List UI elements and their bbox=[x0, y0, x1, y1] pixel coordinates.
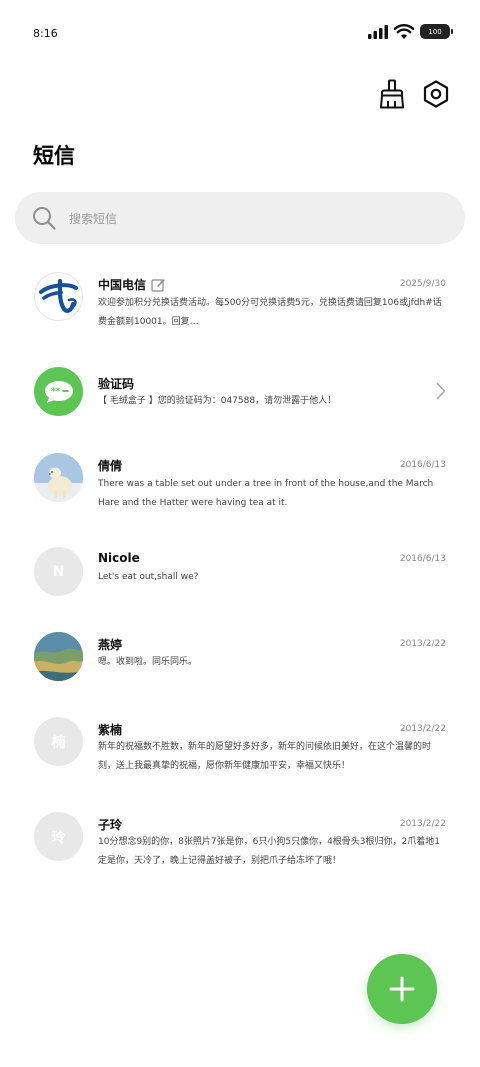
list-item[interactable]: 玲 子玲 2013/2/22 10分想念9别的你，8张照片7张是你，6只小狗5只… bbox=[0, 808, 480, 892]
search-icon bbox=[33, 207, 56, 230]
landscape-photo bbox=[34, 632, 83, 681]
page-title: 短信 bbox=[33, 144, 75, 168]
message-preview: Let's eat out,shall we? bbox=[98, 572, 199, 582]
contact-name-text: 燕婷 bbox=[98, 638, 123, 652]
list-item[interactable]: 中国电信 2025/9/30 欢迎参加积分兑换话费活动。每500分可兑换话费5元… bbox=[0, 262, 480, 346]
message-preview: 欢迎参加积分兑换话费活动。每500分可兑换话费5元，兑换话费请回复106或jfd… bbox=[98, 298, 442, 327]
sms-bubble-icon: ** bbox=[44, 380, 73, 403]
clean-button[interactable] bbox=[378, 78, 406, 110]
settings-button[interactable] bbox=[422, 78, 450, 110]
avatar: ** bbox=[34, 367, 83, 416]
contact-name: 中国电信 bbox=[98, 276, 165, 293]
contact-name: 倩倩 bbox=[98, 457, 122, 474]
message-date: 2016/6/13 bbox=[399, 554, 446, 564]
search-bar[interactable]: 搜索短信 bbox=[15, 192, 465, 244]
top-actions bbox=[378, 78, 450, 110]
battery-indicator: 100 bbox=[420, 24, 453, 39]
contact-name: 紫楠 bbox=[98, 721, 122, 738]
message-preview: 新年的祝福数不胜数，新年的愿望好多好多，新年的问候依旧美好，在这个温馨的时刻，送… bbox=[98, 742, 432, 771]
polar-bear-photo bbox=[34, 453, 83, 502]
status-time: 8:16 bbox=[33, 27, 58, 40]
contact-name-text: 验证码 bbox=[98, 377, 135, 391]
signal-icon bbox=[368, 24, 388, 39]
hex-gear-icon bbox=[423, 80, 449, 108]
avatar bbox=[34, 272, 83, 321]
contact-name-text: 倩倩 bbox=[98, 459, 123, 473]
message-date: 2013/2/22 bbox=[399, 639, 446, 649]
contact-name: 验证码 bbox=[98, 375, 134, 392]
avatar: 楠 bbox=[34, 717, 83, 766]
message-date: 2013/2/22 bbox=[399, 724, 446, 734]
svg-text:**: ** bbox=[51, 387, 61, 397]
message-date: 2013/2/22 bbox=[399, 819, 446, 829]
wifi-icon bbox=[394, 24, 414, 39]
status-icons: 100 bbox=[368, 24, 453, 39]
broom-icon bbox=[380, 79, 404, 109]
message-preview: 10分想念9别的你，8张照片7张是你，6只小狗5只像你，4根骨头3根归你，2爪着… bbox=[98, 837, 440, 866]
list-item[interactable]: ** 验证码 【 毛绒盒子 】您的验证码为：047588，请勿泄露于他人！ bbox=[0, 360, 480, 424]
contact-name-text: 紫楠 bbox=[98, 723, 123, 737]
message-date: 2016/6/13 bbox=[399, 460, 446, 470]
search-input[interactable]: 搜索短信 bbox=[69, 210, 117, 227]
avatar: N bbox=[34, 547, 83, 596]
contact-name: 子玲 bbox=[98, 816, 122, 833]
avatar bbox=[34, 453, 83, 502]
message-preview: 【 毛绒盒子 】您的验证码为：047588，请勿泄露于他人！ bbox=[98, 396, 337, 406]
message-preview: 嗯。收到啦。同乐同乐。 bbox=[98, 657, 198, 667]
china-telecom-logo bbox=[39, 278, 78, 313]
contact-name-text: Nicole bbox=[98, 551, 140, 565]
plus-icon bbox=[389, 976, 415, 1002]
battery-level: 100 bbox=[428, 27, 442, 36]
edit-icon bbox=[151, 278, 165, 292]
contact-name-text: 子玲 bbox=[98, 818, 123, 832]
contact-name: 燕婷 bbox=[98, 636, 122, 653]
list-item[interactable]: 倩倩 2016/6/13 There was a table set out u… bbox=[0, 443, 480, 527]
list-item[interactable]: N Nicole 2016/6/13 Let's eat out,shall w… bbox=[0, 543, 480, 607]
chevron-right-icon bbox=[436, 382, 446, 400]
avatar bbox=[34, 632, 83, 681]
avatar: 玲 bbox=[34, 812, 83, 861]
contact-name-text: 中国电信 bbox=[98, 278, 147, 292]
status-bar: 8:16 100 bbox=[0, 0, 480, 66]
list-item[interactable]: 燕婷 2013/2/22 嗯。收到啦。同乐同乐。 bbox=[0, 628, 480, 692]
message-date: 2025/9/30 bbox=[399, 279, 446, 289]
new-message-button[interactable] bbox=[367, 954, 437, 1024]
message-preview: There was a table set out under a tree i… bbox=[98, 479, 434, 508]
contact-name: Nicole bbox=[98, 551, 140, 565]
list-item[interactable]: 楠 紫楠 2013/2/22 新年的祝福数不胜数，新年的愿望好多好多，新年的问候… bbox=[0, 713, 480, 797]
